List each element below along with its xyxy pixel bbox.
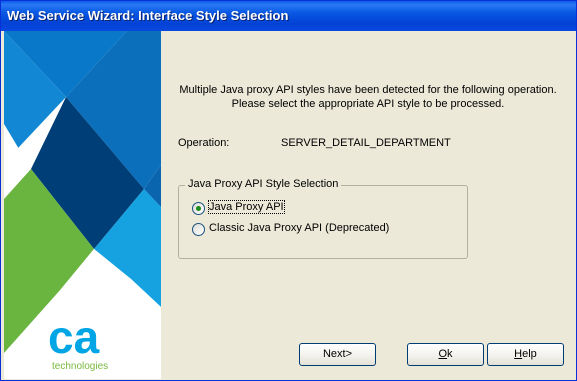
title-bar[interactable]: Web Service Wizard: Interface Style Sele… — [1, 1, 576, 31]
radio-button-unselected-icon[interactable] — [192, 223, 205, 236]
help-mnemonic: H — [514, 348, 523, 360]
help-button[interactable]: Help — [487, 343, 564, 366]
operation-label: Operation: — [178, 137, 230, 149]
radio-dot-icon — [196, 206, 201, 211]
help-label-rest: elp — [522, 348, 537, 360]
groupbox-legend: Java Proxy API Style Selection — [185, 178, 342, 190]
ca-logo: ca technologies — [48, 311, 108, 371]
instruction-message: Multiple Java proxy API styles have been… — [164, 83, 572, 111]
ok-button[interactable]: Ok — [407, 343, 484, 366]
radio-label-classic-java-proxy-api[interactable]: Classic Java Proxy API (Deprecated) — [209, 222, 389, 234]
ok-label-rest: k — [447, 348, 453, 360]
radio-label-java-proxy-api[interactable]: Java Proxy API — [208, 200, 285, 214]
message-line-2: Please select the appropriate API style … — [231, 98, 505, 110]
operation-value: SERVER_DETAIL_DEPARTMENT — [281, 137, 451, 149]
radio-button-selected-icon[interactable] — [192, 202, 205, 215]
message-line-1: Multiple Java proxy API styles have been… — [179, 84, 557, 96]
ok-mnemonic: O — [438, 348, 448, 360]
logo-subtext: technologies — [52, 361, 108, 371]
logo-text: ca — [48, 311, 100, 363]
api-style-groupbox: Java Proxy API Style Selection Java Prox… — [178, 178, 468, 259]
next-button[interactable]: Next> — [299, 343, 376, 366]
wizard-client-area: ca technologies Multiple Java proxy API … — [4, 31, 573, 379]
wizard-window: Web Service Wizard: Interface Style Sele… — [0, 0, 577, 381]
window-title: Web Service Wizard: Interface Style Sele… — [7, 8, 289, 23]
